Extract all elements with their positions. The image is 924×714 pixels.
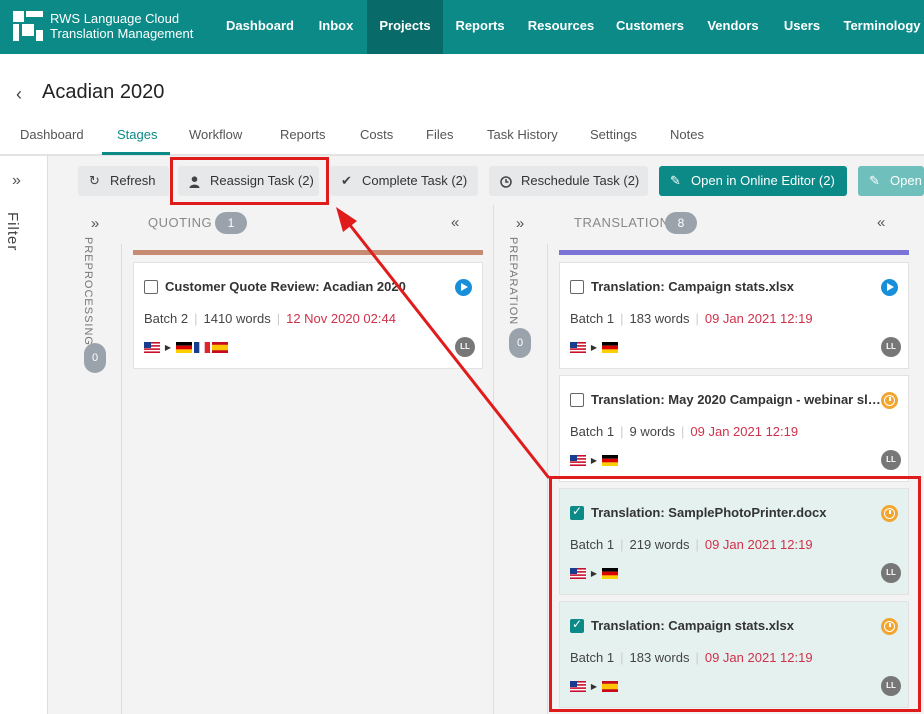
translation-count: 8: [665, 212, 697, 234]
double-chevron-right-icon[interactable]: »: [500, 215, 540, 232]
tab-active-indicator: [102, 152, 170, 155]
play-icon: [455, 279, 472, 296]
language-pair: ▶: [570, 455, 620, 467]
arrow-right-icon: ▶: [590, 456, 598, 465]
tab-dashboard[interactable]: Dashboard: [20, 127, 84, 142]
nav-users[interactable]: Users: [771, 0, 833, 54]
preprocessing-count: 0: [84, 343, 106, 373]
task-title[interactable]: Customer Quote Review: Acadian 2020: [165, 279, 455, 294]
language-pair: ▶: [570, 342, 620, 354]
task-card[interactable]: Customer Quote Review: Acadian 2020 Batc…: [133, 262, 483, 369]
double-chevron-left-icon[interactable]: «: [877, 212, 885, 234]
edit-icon: ✎: [869, 173, 880, 188]
chevron-left-icon[interactable]: ‹: [16, 84, 22, 105]
fr-flag-icon: [194, 342, 210, 353]
nav-resources[interactable]: Resources: [517, 0, 605, 54]
us-flag-icon: [570, 342, 586, 353]
task-title[interactable]: Translation: Campaign stats.xlsx: [591, 279, 881, 294]
column-divider: [493, 205, 494, 714]
tab-files[interactable]: Files: [426, 127, 453, 142]
language-pair: ▶: [144, 342, 230, 354]
avatar[interactable]: LL: [881, 450, 901, 470]
tab-stages[interactable]: Stages: [117, 127, 157, 142]
clock-icon: [500, 166, 512, 196]
task-checkbox[interactable]: [570, 393, 584, 407]
refresh-button[interactable]: ↻ Refresh: [78, 166, 169, 196]
double-chevron-right-icon[interactable]: »: [75, 215, 115, 232]
double-chevron-right-icon[interactable]: »: [12, 172, 21, 190]
nav-projects[interactable]: Projects: [367, 0, 443, 54]
translation-color-bar: [559, 250, 909, 255]
open-online-editor-button[interactable]: ✎ Open in Online Editor (2): [659, 166, 847, 196]
us-flag-icon: [144, 342, 160, 353]
task-meta: Batch 1 | 183 words | 09 Jan 2021 12:19: [570, 311, 813, 326]
task-checkbox[interactable]: [144, 280, 158, 294]
task-card[interactable]: Translation: Campaign stats.xlsx Batch 1…: [559, 262, 909, 369]
tab-settings[interactable]: Settings: [590, 127, 637, 142]
brand-name: RWS Language Cloud Translation Managemen…: [50, 11, 194, 41]
preprocessing-label: PREPROCESSING: [82, 237, 94, 346]
filter-label[interactable]: Filter: [4, 212, 21, 251]
open-button[interactable]: ✎ Open: [858, 166, 924, 196]
page-title: Acadian 2020: [42, 81, 165, 103]
translation-header: TRANSLATION 8 «: [559, 212, 909, 236]
nav-inbox[interactable]: Inbox: [304, 0, 368, 54]
task-meta: Batch 2 | 1410 words | 12 Nov 2020 02:44: [144, 311, 396, 326]
edit-icon: ✎: [670, 173, 681, 188]
de-flag-icon: [176, 342, 192, 353]
us-flag-icon: [570, 455, 586, 466]
nav-reports[interactable]: Reports: [443, 0, 517, 54]
quoting-count: 1: [215, 212, 247, 234]
task-checkbox[interactable]: [570, 280, 584, 294]
column-divider: [547, 244, 548, 714]
top-navigation-bar: RWS Language Cloud Translation Managemen…: [0, 0, 924, 54]
preparation-label: PREPARATION: [507, 237, 519, 326]
tab-notes[interactable]: Notes: [670, 127, 704, 142]
play-icon: [881, 279, 898, 296]
check-icon: ✔: [341, 173, 352, 188]
highlight-reassign-button: [170, 157, 329, 205]
highlight-selected-cards: [549, 476, 921, 712]
avatar[interactable]: LL: [455, 337, 475, 357]
column-divider: [121, 244, 122, 714]
reschedule-task-button[interactable]: Reschedule Task (2): [489, 166, 648, 196]
complete-task-button[interactable]: ✔ Complete Task (2): [330, 166, 478, 196]
preprocessing-column[interactable]: » PREPROCESSING: [75, 205, 115, 714]
rws-logo-icon: [13, 11, 43, 41]
avatar[interactable]: LL: [881, 337, 901, 357]
quoting-label: QUOTING: [148, 215, 213, 230]
nav-customers[interactable]: Customers: [605, 0, 695, 54]
tab-costs[interactable]: Costs: [360, 127, 393, 142]
arrow-right-icon: ▶: [164, 343, 172, 352]
arrow-right-icon: ▶: [590, 343, 598, 352]
task-title[interactable]: Translation: May 2020 Campaign - webinar…: [591, 392, 881, 407]
translation-label: TRANSLATION: [574, 215, 670, 230]
task-card[interactable]: Translation: May 2020 Campaign - webinar…: [559, 375, 909, 482]
tab-task-history[interactable]: Task History: [487, 127, 558, 142]
nav-terminology[interactable]: Terminology: [833, 0, 924, 54]
de-flag-icon: [602, 342, 618, 353]
task-meta: Batch 1 | 9 words | 09 Jan 2021 12:19: [570, 424, 799, 439]
quoting-color-bar: [133, 250, 483, 255]
tab-reports[interactable]: Reports: [280, 127, 326, 142]
nav-dashboard[interactable]: Dashboard: [216, 0, 304, 54]
double-chevron-left-icon[interactable]: «: [451, 212, 459, 234]
refresh-icon: ↻: [89, 173, 100, 188]
quoting-header: QUOTING 1 «: [133, 212, 483, 236]
preparation-column[interactable]: » PREPARATION: [500, 205, 540, 714]
clock-icon: [881, 392, 898, 409]
tab-workflow[interactable]: Workflow: [189, 127, 242, 142]
preparation-count: 0: [509, 328, 531, 358]
de-flag-icon: [602, 455, 618, 466]
nav-vendors[interactable]: Vendors: [695, 0, 771, 54]
es-flag-icon: [212, 342, 228, 353]
